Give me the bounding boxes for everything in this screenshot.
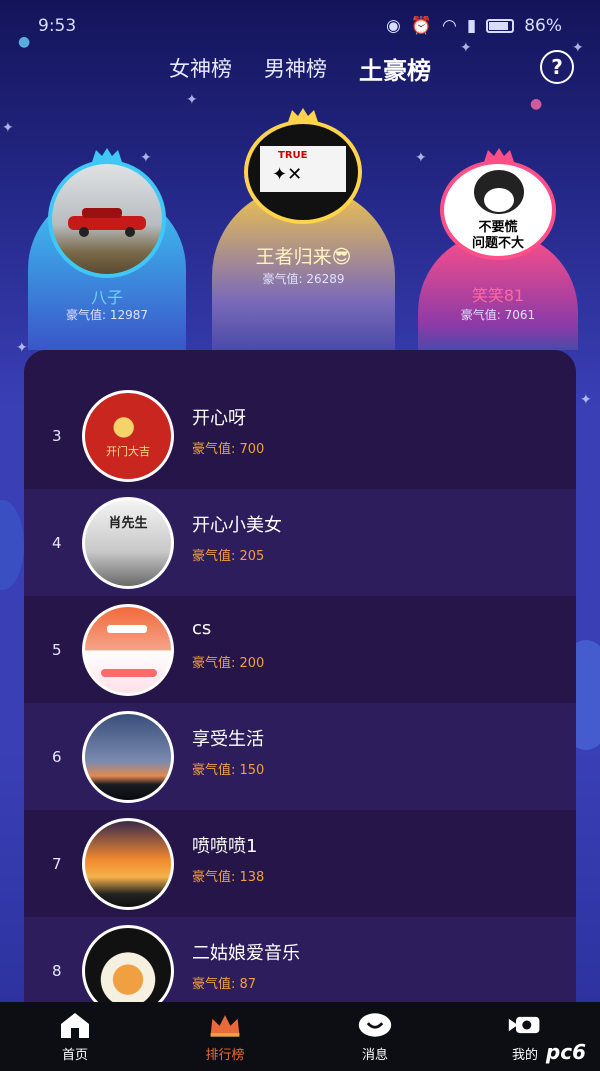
- avatar[interactable]: [82, 925, 174, 1010]
- podium-second-value: 豪气值: 12987: [65, 308, 149, 322]
- battery-icon: [486, 19, 515, 33]
- avatar[interactable]: 开门大吉: [82, 390, 174, 482]
- crown-icon: [207, 1010, 243, 1040]
- ranking-list[interactable]: 3 开门大吉 开心呀 豪气值: 700 4 肖先生 开心小美女 豪气值: 205…: [24, 350, 576, 1010]
- bottom-nav: 首页 排行榜 消息 我的: [0, 1002, 600, 1071]
- nav-mine-label: 我的: [511, 1048, 538, 1063]
- watermark-logo: pc6: [545, 1040, 586, 1064]
- avatar-second[interactable]: [48, 160, 166, 278]
- wifi-icon: ◠: [442, 16, 457, 36]
- status-bar: 9:53 ◉ ⏰ ◠ ▮ 86%: [0, 0, 600, 52]
- avatar[interactable]: 肖先生: [82, 497, 174, 589]
- tab-goddess[interactable]: 女神榜: [169, 53, 232, 83]
- podium-first-name: 王者归来😎: [255, 246, 352, 268]
- camera-icon: [507, 1010, 543, 1040]
- message-icon: [357, 1010, 393, 1040]
- user-name: 享受生活: [192, 729, 264, 750]
- eye-icon: ◉: [385, 16, 401, 36]
- list-item[interactable]: 6 享受生活 豪气值: 150: [24, 703, 576, 810]
- user-value: 豪气值: 87: [192, 977, 257, 992]
- tab-tycoon[interactable]: 土豪榜: [359, 51, 431, 86]
- nav-messages[interactable]: 消息: [300, 1002, 450, 1071]
- list-item[interactable]: 8 二姑娘爱音乐 豪气值: 87: [24, 917, 576, 1010]
- avatar-third[interactable]: 不要慌 问题不大: [440, 160, 556, 260]
- user-value: 豪气值: 205: [192, 549, 265, 564]
- nav-messages-label: 消息: [361, 1048, 388, 1063]
- tab-god[interactable]: 男神榜: [264, 53, 327, 83]
- nav-ranking[interactable]: 排行榜: [150, 1002, 300, 1071]
- signal-icon: ▮: [466, 16, 477, 36]
- help-button[interactable]: ?: [540, 50, 574, 84]
- user-value: 豪气值: 150: [192, 763, 265, 778]
- rank-number: 5: [52, 640, 62, 659]
- user-value: 豪气值: 200: [192, 656, 265, 671]
- list-item[interactable]: 5 cs 豪气值: 200: [24, 596, 576, 703]
- list-item[interactable]: 7 喷喷喷1 豪气值: 138: [24, 810, 576, 917]
- rank-number: 6: [52, 747, 62, 766]
- home-icon: [57, 1010, 93, 1040]
- car-image: [68, 208, 146, 237]
- podium-third-value: 豪气值: 7061: [460, 308, 536, 322]
- podium-third-name: 笑笑81: [471, 286, 525, 305]
- user-name: 开心小美女: [192, 515, 282, 536]
- rank-number: 8: [52, 961, 62, 980]
- user-name: 喷喷喷1: [192, 836, 258, 857]
- rank-number: 4: [52, 533, 62, 552]
- avatar[interactable]: [82, 818, 174, 910]
- rank-number: 3: [52, 426, 62, 445]
- avatar[interactable]: [82, 604, 174, 696]
- alarm-icon: ⏰: [410, 16, 432, 36]
- battery-level: 86%: [524, 16, 562, 36]
- podium-first-value: 豪气值: 26289: [262, 272, 345, 286]
- list-item[interactable]: 3 开门大吉 开心呀 豪气值: 700: [24, 382, 576, 489]
- rank-number: 7: [52, 854, 62, 873]
- user-value: 豪气值: 138: [192, 870, 265, 885]
- user-value: 豪气值: 700: [192, 442, 265, 457]
- help-icon: ?: [551, 55, 563, 79]
- status-time: 9:53: [38, 16, 77, 36]
- podium-second-name: 八子: [90, 288, 123, 307]
- nav-home[interactable]: 首页: [0, 1002, 150, 1071]
- ranking-tabs: 女神榜 男神榜 土豪榜: [0, 48, 600, 88]
- avatar[interactable]: [82, 711, 174, 803]
- user-name: cs: [192, 618, 212, 639]
- planet-decoration: [0, 500, 24, 590]
- user-name: 二姑娘爱音乐: [192, 943, 300, 964]
- avatar-first[interactable]: TRUE ✦✕: [244, 120, 362, 224]
- user-name: 开心呀: [192, 408, 246, 429]
- nav-ranking-label: 排行榜: [205, 1048, 245, 1063]
- nav-home-label: 首页: [61, 1048, 88, 1063]
- list-item[interactable]: 4 肖先生 开心小美女 豪气值: 205: [24, 489, 576, 596]
